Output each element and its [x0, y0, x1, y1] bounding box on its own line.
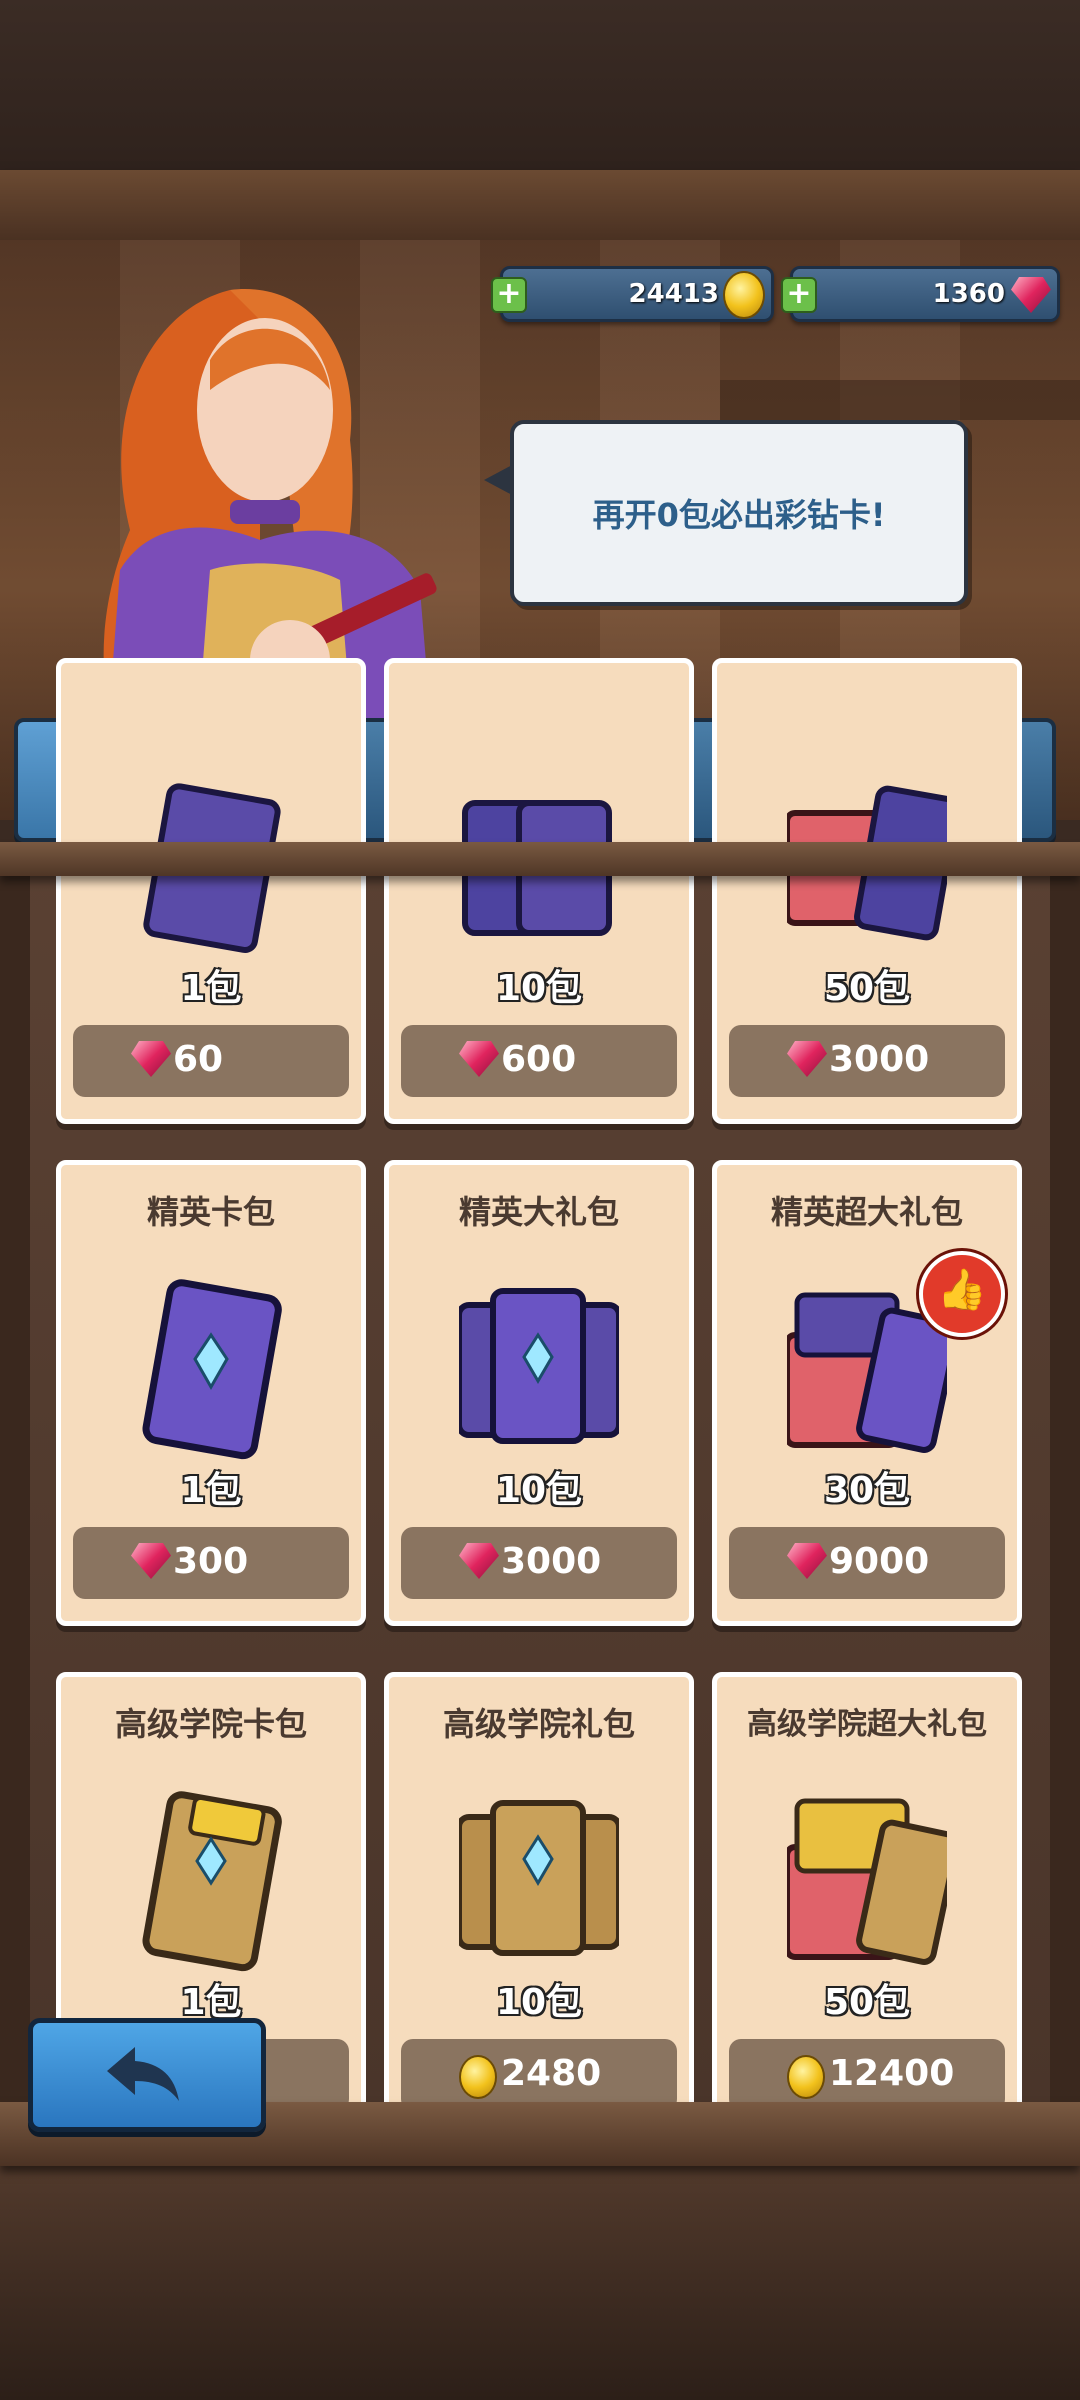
- ruby-gem-icon: [131, 1041, 171, 1077]
- pack-quantity: 1包: [180, 1470, 242, 1511]
- pack-card[interactable]: 10包 600: [384, 658, 694, 1124]
- pack-card[interactable]: 精英超大礼包 👍 30包 9000: [712, 1160, 1022, 1626]
- gold-amount: 24413: [628, 279, 719, 309]
- pack-card[interactable]: 高级学院礼包 10包 2480: [384, 1672, 694, 2138]
- ruby-gem-icon: [787, 1041, 827, 1077]
- price-button[interactable]: 9000: [729, 1527, 1005, 1599]
- academy-pack-icon: [142, 1791, 282, 1972]
- add-gems-button[interactable]: +: [781, 277, 817, 313]
- ruby-gem-icon: [1011, 277, 1051, 313]
- top-frame: [0, 0, 1080, 240]
- gold-coin-icon: [787, 2055, 825, 2099]
- pack-card[interactable]: 高级学院超大礼包 50包 12400: [712, 1672, 1022, 2138]
- price-value: 2480: [501, 2053, 602, 2094]
- pack-quantity: 50包: [823, 968, 911, 1009]
- right-rail: [1050, 842, 1080, 2102]
- price-value: 600: [501, 1039, 577, 1080]
- price-button[interactable]: 300: [73, 1527, 349, 1599]
- price-value: 9000: [829, 1541, 930, 1582]
- ruby-gem-icon: [459, 1041, 499, 1077]
- price-value: 12400: [829, 2053, 955, 2094]
- gold-currency-bar: + 24413: [491, 266, 774, 322]
- price-value: 60: [173, 1039, 224, 1080]
- speech-text: 再开0包必出彩钻卡!: [592, 496, 886, 534]
- ruby-gem-icon: [459, 1543, 499, 1579]
- pack-title: 高级学院卡包: [114, 1705, 307, 1743]
- ruby-gem-icon: [131, 1543, 171, 1579]
- pack-quantity: 30包: [823, 1470, 911, 1511]
- price-button[interactable]: 2480: [401, 2039, 677, 2111]
- price-button[interactable]: 12400: [729, 2039, 1005, 2111]
- price-value: 3000: [829, 1039, 930, 1080]
- price-button[interactable]: 3000: [401, 1527, 677, 1599]
- speech-bubble: 再开0包必出彩钻卡!: [484, 420, 968, 606]
- back-button[interactable]: [28, 2018, 266, 2132]
- bottom-frame: [0, 2102, 1080, 2400]
- pack-quantity: 50包: [823, 1982, 911, 2023]
- pack-title: 精英卡包: [146, 1193, 275, 1231]
- price-button[interactable]: 60: [73, 1025, 349, 1097]
- back-arrow-icon: [107, 2047, 179, 2101]
- elite-pack-icon: [142, 1279, 282, 1460]
- pack-quantity: 10包: [495, 968, 583, 1009]
- left-rail: [0, 842, 30, 2102]
- pack-card[interactable]: 精英卡包 1包 300: [56, 1160, 366, 1626]
- price-button[interactable]: 3000: [729, 1025, 1005, 1097]
- ruby-gem-icon: [787, 1543, 827, 1579]
- gold-coin-icon: [459, 2055, 497, 2099]
- pack-card[interactable]: 50包 3000: [712, 658, 1022, 1124]
- pack-title: 高级学院超大礼包: [747, 1707, 987, 1742]
- price-value: 3000: [501, 1541, 602, 1582]
- pack-card[interactable]: 1包 60: [56, 658, 366, 1124]
- pack-title: 高级学院礼包: [442, 1705, 635, 1743]
- gem-currency-bar: + 1360: [781, 266, 1060, 322]
- pack-title: 精英超大礼包: [770, 1193, 963, 1231]
- gem-amount: 1360: [932, 279, 1005, 309]
- shop-shelf: [720, 380, 1080, 420]
- gold-coin-icon: [723, 271, 765, 319]
- tab-ledge: [0, 842, 1080, 876]
- pack-card[interactable]: 精英大礼包 10包 3000: [384, 1160, 694, 1626]
- price-value: 300: [173, 1541, 249, 1582]
- recommend-badge: 👍: [919, 1251, 1005, 1337]
- price-button[interactable]: 600: [401, 1025, 677, 1097]
- pack-title: 精英大礼包: [458, 1193, 619, 1231]
- elite-bundle-icon: [459, 1288, 619, 1444]
- pack-quantity: 10包: [495, 1470, 583, 1511]
- academy-chest-icon: [787, 1798, 947, 1965]
- top-beam: [0, 170, 1080, 240]
- pack-quantity: 1包: [180, 968, 242, 1009]
- academy-bundle-icon: [459, 1800, 619, 1956]
- pack-quantity: 10包: [495, 1982, 583, 2023]
